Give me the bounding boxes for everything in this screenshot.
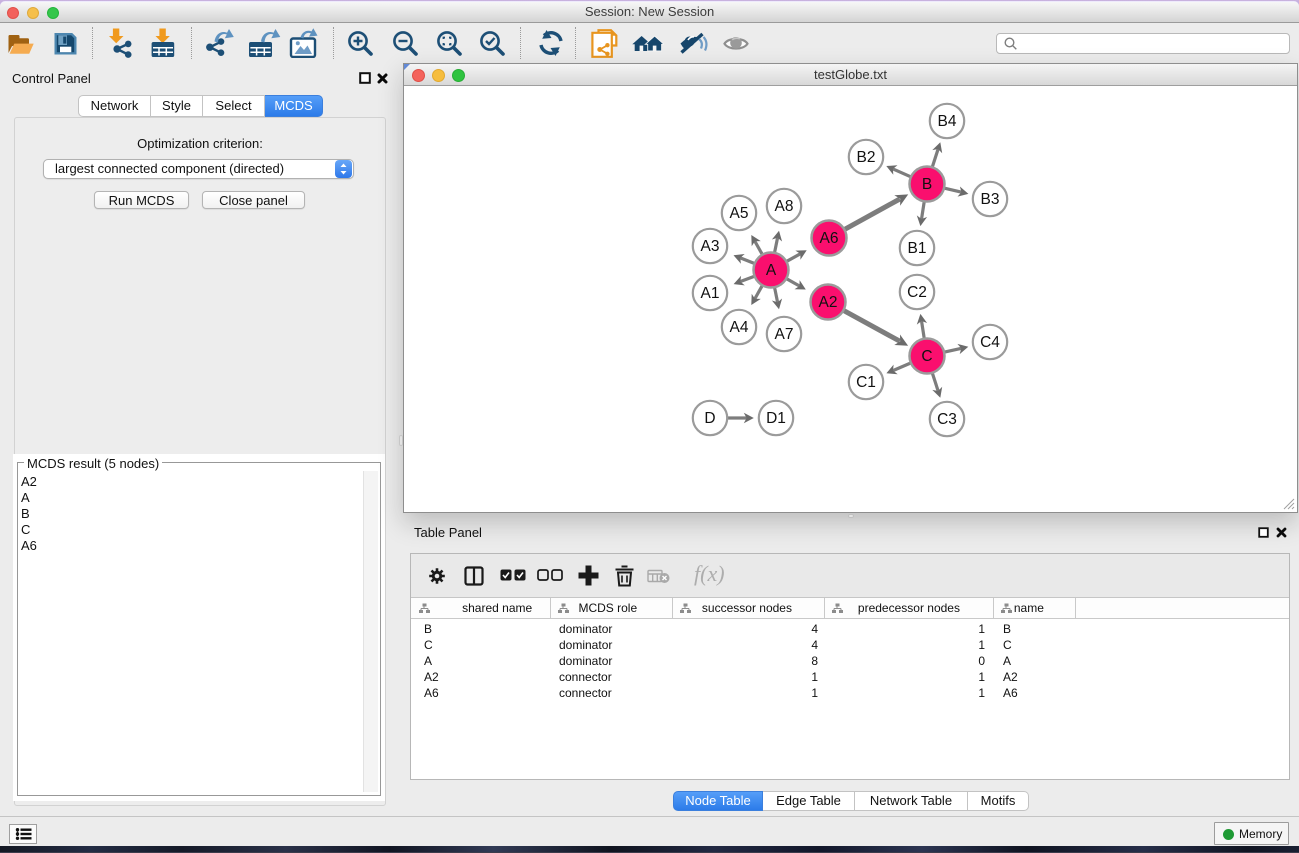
svg-text:B3: B3 — [981, 191, 1000, 208]
svg-text:B1: B1 — [908, 240, 927, 257]
svg-text:A: A — [766, 262, 777, 279]
svg-text:C4: C4 — [980, 334, 1000, 351]
svg-text:A3: A3 — [701, 238, 720, 255]
svg-text:C2: C2 — [907, 284, 927, 301]
svg-text:B4: B4 — [938, 113, 957, 130]
svg-text:A5: A5 — [730, 205, 749, 222]
svg-text:B2: B2 — [857, 149, 876, 166]
svg-text:A4: A4 — [730, 319, 749, 336]
svg-text:D1: D1 — [766, 410, 786, 427]
svg-text:A6: A6 — [820, 230, 839, 247]
svg-text:A1: A1 — [701, 285, 720, 302]
svg-text:D: D — [704, 410, 715, 427]
svg-text:C3: C3 — [937, 411, 957, 428]
svg-text:B: B — [922, 176, 932, 193]
svg-text:C: C — [921, 348, 932, 365]
svg-text:A2: A2 — [819, 294, 838, 311]
svg-text:A8: A8 — [775, 198, 794, 215]
svg-text:A7: A7 — [775, 326, 794, 343]
svg-text:C1: C1 — [856, 374, 876, 391]
